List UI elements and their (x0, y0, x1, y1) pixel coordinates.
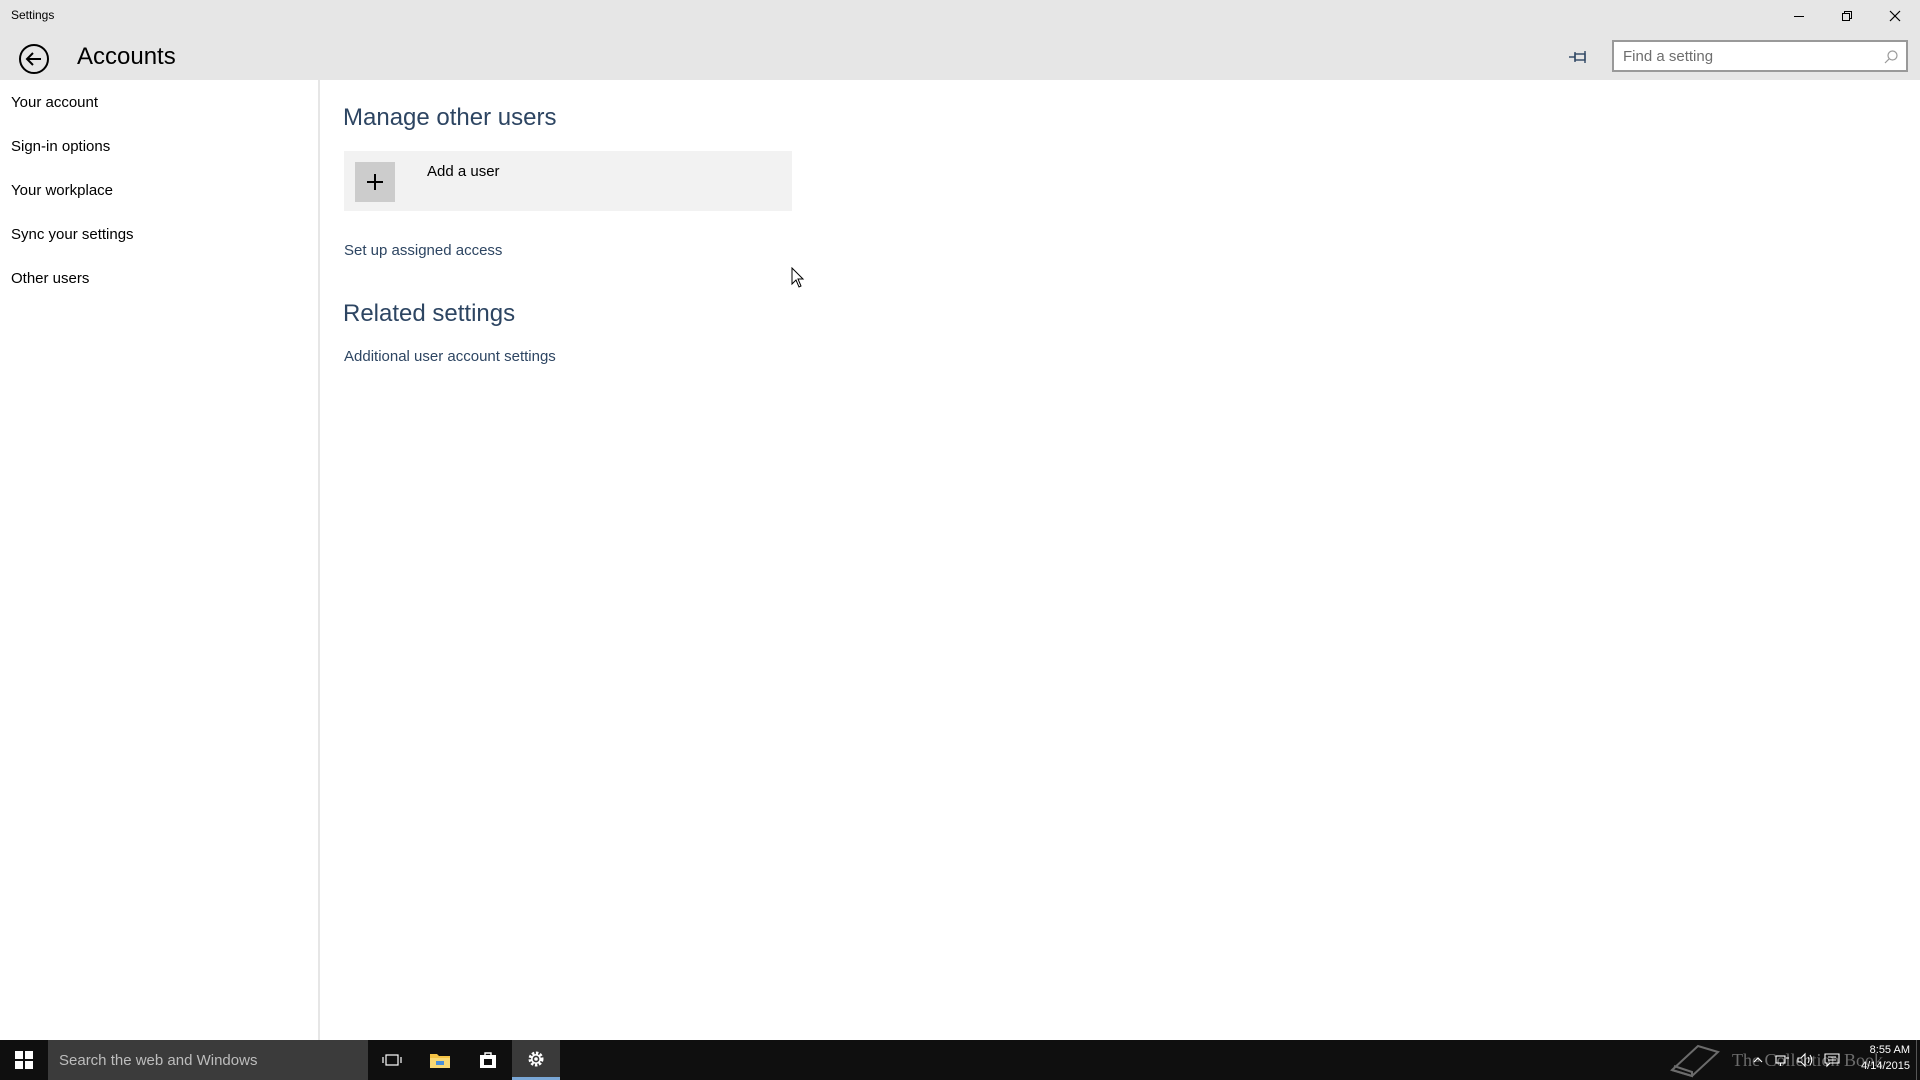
folder-icon (430, 1054, 450, 1068)
restore-button[interactable] (1824, 0, 1870, 32)
speaker-icon (1797, 1052, 1813, 1068)
related-settings-heading: Related settings (343, 300, 516, 327)
manage-other-users-heading: Manage other users (343, 104, 557, 131)
taskbar-search-box[interactable] (48, 1040, 368, 1080)
network-tray-button[interactable] (1772, 1050, 1792, 1070)
title-bar: Settings (0, 0, 1920, 32)
set-up-assigned-access-link[interactable]: Set up assigned access (344, 242, 502, 259)
plus-icon (367, 174, 383, 190)
store-icon (480, 1052, 496, 1068)
sidebar-item-your-workplace[interactable]: Your workplace (11, 182, 113, 199)
file-explorer-taskbar-button[interactable] (416, 1040, 464, 1080)
store-taskbar-button[interactable] (464, 1040, 512, 1080)
pin-icon (1569, 51, 1586, 63)
search-input[interactable] (1614, 42, 1874, 70)
volume-tray-button[interactable] (1796, 1050, 1816, 1070)
task-view-button[interactable] (368, 1040, 416, 1080)
find-setting-search[interactable] (1612, 40, 1908, 72)
pin-to-start-button[interactable] (1564, 43, 1594, 71)
taskbar-clock[interactable]: 8:55 AM 4/14/2015 (1848, 1042, 1910, 1074)
add-user-plus-tile (355, 162, 395, 202)
main-content: Manage other users Add a user Set up ass… (322, 80, 1920, 1040)
sidebar-item-other-users[interactable]: Other users (11, 270, 89, 287)
task-view-icon (382, 1054, 402, 1066)
restore-icon (1842, 11, 1852, 21)
additional-user-account-settings-link[interactable]: Additional user account settings (344, 348, 556, 365)
taskbar-search-input[interactable] (48, 1040, 368, 1080)
start-button[interactable] (0, 1040, 48, 1080)
clock-date: 4/14/2015 (1861, 1060, 1910, 1072)
minimize-icon (1794, 16, 1804, 17)
sidebar: Your account Sign-in options Your workpl… (0, 80, 320, 1040)
book-logo-icon (1670, 1044, 1720, 1078)
close-icon (1889, 10, 1901, 22)
gear-icon (528, 1051, 544, 1066)
network-icon (1775, 1055, 1789, 1066)
minimize-button[interactable] (1776, 0, 1822, 32)
page-title: Accounts (77, 43, 176, 70)
back-arrow-icon (19, 44, 49, 74)
chevron-up-icon (1753, 1057, 1763, 1063)
sidebar-item-your-account[interactable]: Your account (11, 94, 98, 111)
sidebar-item-sync-settings[interactable]: Sync your settings (11, 226, 134, 243)
settings-taskbar-button[interactable] (512, 1040, 560, 1080)
show-desktop-button[interactable] (1916, 1040, 1920, 1080)
clock-time: 8:55 AM (1869, 1044, 1910, 1056)
mouse-cursor-icon (791, 267, 805, 288)
back-button[interactable] (17, 42, 51, 76)
add-user-label: Add a user (427, 163, 500, 180)
add-user-button[interactable]: Add a user (344, 151, 792, 211)
close-button[interactable] (1872, 0, 1918, 32)
window-title: Settings (11, 8, 55, 22)
action-center-button[interactable] (1822, 1050, 1842, 1070)
message-icon (1824, 1053, 1840, 1068)
sidebar-item-sign-in-options[interactable]: Sign-in options (11, 138, 110, 155)
show-hidden-icons-button[interactable] (1748, 1050, 1768, 1070)
settings-header: Accounts (0, 32, 1920, 80)
taskbar: The Collection Book 8:55 AM 4/14/2015 (0, 1040, 1920, 1080)
search-icon[interactable] (1882, 48, 1900, 66)
windows-logo-icon (15, 1051, 33, 1069)
